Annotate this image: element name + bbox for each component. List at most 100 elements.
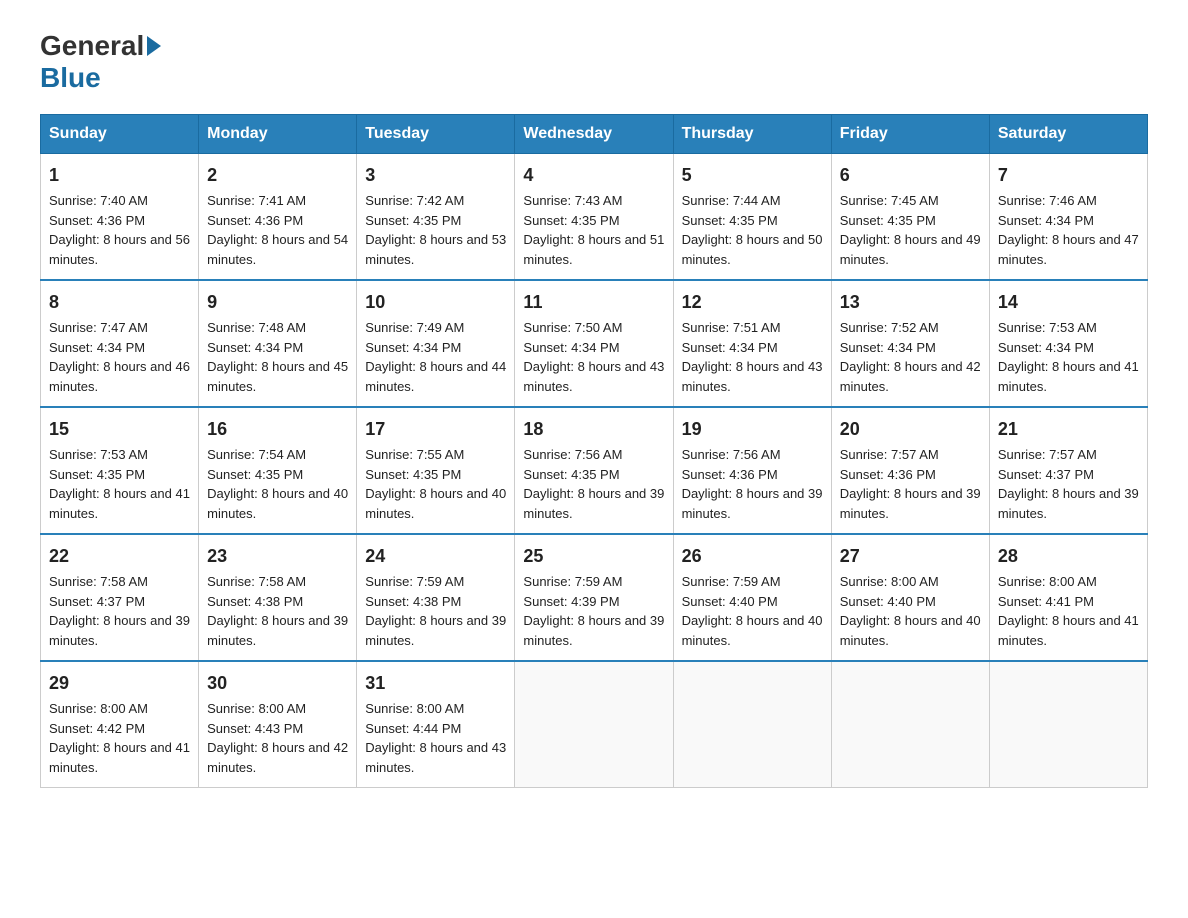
- daylight-text: Daylight: 8 hours and 43 minutes.: [365, 740, 506, 775]
- day-number: 20: [840, 416, 981, 443]
- sunset-text: Sunset: 4:34 PM: [998, 213, 1094, 228]
- day-number: 26: [682, 543, 823, 570]
- sunset-text: Sunset: 4:36 PM: [840, 467, 936, 482]
- daylight-text: Daylight: 8 hours and 40 minutes.: [365, 486, 506, 521]
- sunrise-text: Sunrise: 7:58 AM: [207, 574, 306, 589]
- calendar-cell: 7Sunrise: 7:46 AMSunset: 4:34 PMDaylight…: [989, 154, 1147, 281]
- calendar-cell: [515, 661, 673, 788]
- header-monday: Monday: [199, 115, 357, 154]
- sunrise-text: Sunrise: 7:47 AM: [49, 320, 148, 335]
- sunrise-text: Sunrise: 7:53 AM: [49, 447, 148, 462]
- daylight-text: Daylight: 8 hours and 50 minutes.: [682, 232, 823, 267]
- day-number: 10: [365, 289, 506, 316]
- day-number: 25: [523, 543, 664, 570]
- week-row-1: 1 Sunrise: 7:40 AM Sunset: 4:36 PM Daylight…: [41, 154, 1148, 281]
- header-tuesday: Tuesday: [357, 115, 515, 154]
- calendar-cell: 17Sunrise: 7:55 AMSunset: 4:35 PMDayligh…: [357, 407, 515, 534]
- day-number: 27: [840, 543, 981, 570]
- sunrise-text: Sunrise: 7:57 AM: [840, 447, 939, 462]
- sunset-text: Sunset: 4:35 PM: [49, 467, 145, 482]
- daylight-text: Daylight: 8 hours and 39 minutes.: [365, 613, 506, 648]
- daylight-text: Daylight: 8 hours and 39 minutes.: [998, 486, 1139, 521]
- calendar-cell: 20Sunrise: 7:57 AMSunset: 4:36 PMDayligh…: [831, 407, 989, 534]
- sunrise-text: Sunrise: 7:56 AM: [682, 447, 781, 462]
- sunset-text: Sunset: 4:40 PM: [682, 594, 778, 609]
- day-number: 21: [998, 416, 1139, 443]
- daylight-text: Daylight: 8 hours and 49 minutes.: [840, 232, 981, 267]
- sunrise-text: Sunrise: 7:40 AM: [49, 193, 148, 208]
- daylight-text: Daylight: 8 hours and 41 minutes.: [998, 613, 1139, 648]
- daylight-text: Daylight: 8 hours and 44 minutes.: [365, 359, 506, 394]
- sunrise-text: Sunrise: 8:00 AM: [365, 701, 464, 716]
- daylight-text: Daylight: 8 hours and 42 minutes.: [840, 359, 981, 394]
- calendar-cell: 15 Sunrise: 7:53 AM Sunset: 4:35 PM Dayligh…: [41, 407, 199, 534]
- calendar-cell: 2Sunrise: 7:41 AMSunset: 4:36 PMDaylight…: [199, 154, 357, 281]
- daylight-text: Daylight: 8 hours and 41 minutes.: [49, 486, 190, 521]
- calendar-cell: 19Sunrise: 7:56 AMSunset: 4:36 PMDayligh…: [673, 407, 831, 534]
- logo: General Blue: [40, 30, 163, 94]
- calendar-cell: 4Sunrise: 7:43 AMSunset: 4:35 PMDaylight…: [515, 154, 673, 281]
- day-number: 17: [365, 416, 506, 443]
- sunrise-text: Sunrise: 7:56 AM: [523, 447, 622, 462]
- daylight-text: Daylight: 8 hours and 39 minutes.: [523, 613, 664, 648]
- sunset-text: Sunset: 4:34 PM: [840, 340, 936, 355]
- day-number: 24: [365, 543, 506, 570]
- calendar-cell: 23Sunrise: 7:58 AMSunset: 4:38 PMDayligh…: [199, 534, 357, 661]
- calendar-cell: [989, 661, 1147, 788]
- daylight-text: Daylight: 8 hours and 54 minutes.: [207, 232, 348, 267]
- sunrise-text: Sunrise: 7:54 AM: [207, 447, 306, 462]
- calendar-cell: [831, 661, 989, 788]
- header-sunday: Sunday: [41, 115, 199, 154]
- day-number: 8: [49, 289, 190, 316]
- sunset-text: Sunset: 4:38 PM: [365, 594, 461, 609]
- day-number: 3: [365, 162, 506, 189]
- calendar-table: SundayMondayTuesdayWednesdayThursdayFrid…: [40, 114, 1148, 788]
- calendar-cell: 3Sunrise: 7:42 AMSunset: 4:35 PMDaylight…: [357, 154, 515, 281]
- daylight-text: Daylight: 8 hours and 39 minutes.: [682, 486, 823, 521]
- calendar-cell: 16Sunrise: 7:54 AMSunset: 4:35 PMDayligh…: [199, 407, 357, 534]
- header-saturday: Saturday: [989, 115, 1147, 154]
- sunset-text: Sunset: 4:34 PM: [365, 340, 461, 355]
- calendar-cell: 8Sunrise: 7:47 AMSunset: 4:34 PMDaylight…: [41, 280, 199, 407]
- sunset-text: Sunset: 4:37 PM: [998, 467, 1094, 482]
- sunset-text: Sunset: 4:35 PM: [365, 467, 461, 482]
- sunset-text: Sunset: 4:40 PM: [840, 594, 936, 609]
- sunrise-text: Sunrise: 7:45 AM: [840, 193, 939, 208]
- sunrise-text: Sunrise: 7:49 AM: [365, 320, 464, 335]
- header-friday: Friday: [831, 115, 989, 154]
- sunset-text: Sunset: 4:36 PM: [49, 213, 145, 228]
- page-header: General Blue: [40, 30, 1148, 94]
- daylight-text: Daylight: 8 hours and 53 minutes.: [365, 232, 506, 267]
- sunrise-text: Sunrise: 7:53 AM: [998, 320, 1097, 335]
- calendar-cell: 11Sunrise: 7:50 AMSunset: 4:34 PMDayligh…: [515, 280, 673, 407]
- daylight-text: Daylight: 8 hours and 39 minutes.: [523, 486, 664, 521]
- header-thursday: Thursday: [673, 115, 831, 154]
- calendar-cell: 5Sunrise: 7:44 AMSunset: 4:35 PMDaylight…: [673, 154, 831, 281]
- sunrise-text: Sunrise: 7:42 AM: [365, 193, 464, 208]
- day-number: 22: [49, 543, 190, 570]
- logo-general-text: General: [40, 30, 144, 62]
- daylight-text: Daylight: 8 hours and 39 minutes.: [207, 613, 348, 648]
- daylight-text: Daylight: 8 hours and 41 minutes.: [998, 359, 1139, 394]
- day-number: 1: [49, 162, 190, 189]
- week-row-2: 8 Sunrise: 7:47 AM Sunset: 4:34 PM Daylight…: [41, 280, 1148, 407]
- sunrise-text: Sunrise: 7:58 AM: [49, 574, 148, 589]
- day-number: 11: [523, 289, 664, 316]
- daylight-text: Daylight: 8 hours and 40 minutes.: [682, 613, 823, 648]
- day-number: 14: [998, 289, 1139, 316]
- day-number: 6: [840, 162, 981, 189]
- sunset-text: Sunset: 4:34 PM: [523, 340, 619, 355]
- day-number: 28: [998, 543, 1139, 570]
- sunset-text: Sunset: 4:39 PM: [523, 594, 619, 609]
- sunset-text: Sunset: 4:35 PM: [523, 213, 619, 228]
- daylight-text: Daylight: 8 hours and 43 minutes.: [682, 359, 823, 394]
- week-row-3: 15 Sunrise: 7:53 AM Sunset: 4:35 PM Dayligh…: [41, 407, 1148, 534]
- sunrise-text: Sunrise: 7:46 AM: [998, 193, 1097, 208]
- sunrise-text: Sunrise: 7:41 AM: [207, 193, 306, 208]
- day-number: 15: [49, 416, 190, 443]
- calendar-cell: 10 Sunrise: 7:49 AM Sunset: 4:34 PM Dayligh…: [357, 280, 515, 407]
- day-number: 31: [365, 670, 506, 697]
- sunrise-text: Sunrise: 7:51 AM: [682, 320, 781, 335]
- calendar-cell: 13Sunrise: 7:52 AMSunset: 4:34 PMDayligh…: [831, 280, 989, 407]
- day-number: 4: [523, 162, 664, 189]
